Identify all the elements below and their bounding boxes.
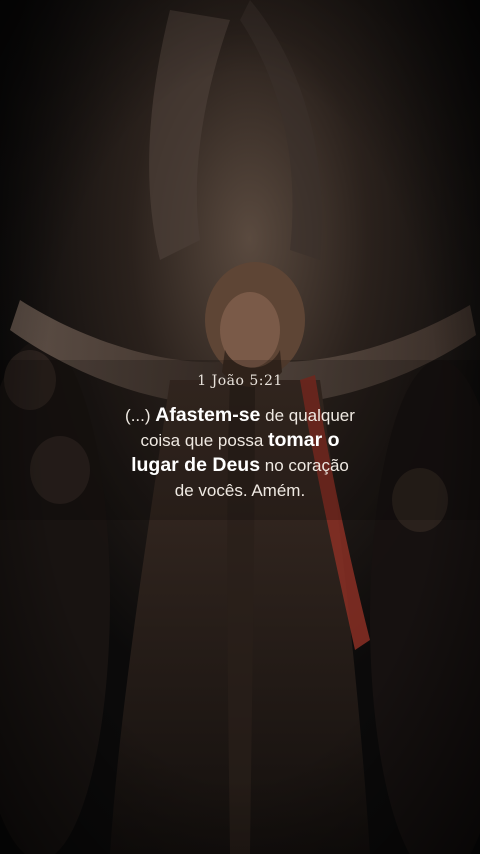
verse-segment-bold: lugar de Deus bbox=[131, 454, 261, 476]
verse-segment: de vocês. Amém. bbox=[174, 481, 306, 500]
verse-segment-bold: tomar o bbox=[268, 429, 340, 451]
verse-line: de vocês. Amém. bbox=[60, 478, 420, 503]
story-frame: 1 João 5:21 (...) Afastem-se de qualquer… bbox=[0, 0, 480, 854]
verse-line: coisa que possa tomar o bbox=[60, 428, 420, 453]
verse-line: lugar de Deus no coração bbox=[60, 453, 420, 478]
verse-line: (...) Afastem-se de qualquer bbox=[60, 403, 420, 428]
verse-reference: 1 João 5:21 bbox=[197, 373, 283, 389]
verse-segment: coisa que possa bbox=[140, 431, 269, 450]
verse-segment: de qualquer bbox=[260, 406, 355, 425]
verse-segment-bold: Afastem-se bbox=[155, 404, 261, 426]
verse-segment: no coração bbox=[260, 456, 349, 475]
verse-text: (...) Afastem-se de qualquer coisa que p… bbox=[60, 403, 420, 503]
verse-segment: (...) bbox=[125, 406, 156, 425]
